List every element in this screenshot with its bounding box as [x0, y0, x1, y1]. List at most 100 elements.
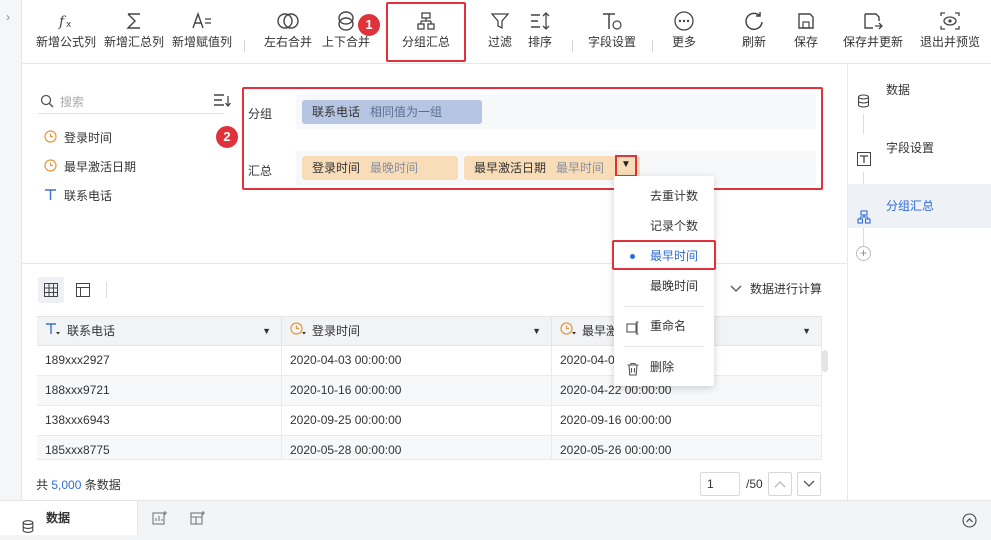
calc-mode-label: 数据进行计算	[750, 282, 823, 296]
add-step-button[interactable]: +	[856, 246, 871, 261]
summary-method-dropdown: 去重计数 记录个数 最早时间 最晚时间 重命名 删除	[614, 176, 714, 386]
summary-drop-zone[interactable]: 登录时间 最晚时间 最早激活日期 最早时间	[296, 151, 816, 185]
collapse-up-icon[interactable]	[962, 513, 977, 531]
new-summary-column-button[interactable]: 新增汇总列	[102, 6, 166, 58]
search-input[interactable]	[60, 92, 210, 112]
filter-icon	[480, 6, 520, 34]
step-badge-1: 1	[358, 14, 380, 36]
caret-down-icon[interactable]: ▼	[532, 317, 541, 345]
field-settings-button[interactable]: 字段设置	[582, 6, 642, 58]
group-drop-zone[interactable]: 联系电话 相同值为一组	[296, 95, 816, 129]
sort-button[interactable]: 排序	[520, 6, 560, 58]
next-page-button[interactable]	[797, 472, 821, 496]
sheet-tab-data[interactable]: 数据	[0, 501, 138, 535]
save-and-update-button[interactable]: 保存并更新	[838, 6, 908, 58]
column-header-label: 登录时间	[312, 324, 361, 338]
grid-view-button[interactable]	[38, 277, 64, 303]
save-button[interactable]: 保存	[786, 6, 826, 58]
field-item-label: 登录时间	[64, 131, 113, 145]
save-label: 保存	[793, 35, 818, 49]
table-cell: 2020-05-28 00:00:00	[282, 436, 552, 459]
new-formula-column-button[interactable]: fx 新增公式列	[34, 6, 98, 58]
chevron-right-icon[interactable]: ›	[6, 10, 10, 24]
table-cell: 189xxx2927	[37, 346, 282, 375]
vertical-scrollbar[interactable]	[822, 350, 828, 372]
step-item-field-settings[interactable]: 字段设置	[848, 126, 991, 170]
page-number-input[interactable]	[700, 472, 740, 496]
exit-and-preview-label: 退出并预览	[919, 35, 980, 49]
more-label: 更多	[671, 35, 696, 49]
sort-icon	[520, 6, 560, 34]
table-row: 138xxx6943 2020-09-25 00:00:00 2020-09-1…	[37, 406, 822, 436]
more-icon	[664, 6, 704, 34]
toolbar-separator	[652, 40, 653, 52]
field-item-login-time[interactable]: 登录时间	[44, 128, 112, 148]
refresh-icon	[734, 6, 774, 34]
layout-icon	[76, 283, 90, 297]
dropdown-item-record-count[interactable]: 记录个数	[614, 214, 714, 238]
dropdown-item-label: 最早时间	[650, 249, 699, 263]
left-right-merge-icon	[260, 6, 316, 34]
total-count-number: 5,000	[51, 478, 82, 492]
field-search	[38, 90, 224, 114]
prev-page-button[interactable]	[768, 472, 792, 496]
field-sort-icon[interactable]	[212, 92, 234, 115]
summary-chip-login-time[interactable]: 登录时间 最晚时间	[302, 156, 458, 180]
step-item-label: 数据	[886, 83, 911, 97]
calc-mode-select[interactable]: 数据进行计算	[730, 280, 822, 297]
database-icon	[22, 512, 34, 540]
field-settings-label: 字段设置	[587, 35, 636, 49]
exit-and-preview-button[interactable]: 退出并预览	[916, 6, 984, 58]
table-cell: 2020-05-26 00:00:00	[552, 436, 822, 459]
caret-down-icon[interactable]: ▼	[262, 317, 271, 345]
save-update-icon	[838, 6, 908, 34]
summary-method-dropdown-trigger[interactable]: ▼	[615, 155, 637, 177]
chip-field-label: 登录时间	[312, 161, 361, 175]
clock-icon	[44, 129, 64, 149]
trash-icon	[626, 360, 640, 384]
chip-method-label: 相同值为一组	[370, 105, 443, 119]
refresh-button[interactable]: 刷新	[734, 6, 774, 58]
layout-view-button[interactable]	[70, 277, 96, 303]
dropdown-item-earliest-time[interactable]: 最早时间	[614, 244, 714, 268]
text-type-icon	[44, 187, 64, 207]
group-field-chip[interactable]: 联系电话 相同值为一组	[302, 100, 482, 124]
save-and-update-label: 保存并更新	[842, 35, 903, 49]
add-analysis-sheet-button[interactable]	[152, 510, 168, 529]
group-summary-label: 分组汇总	[401, 35, 450, 49]
group-summary-button[interactable]: 分组汇总	[388, 6, 464, 58]
dropdown-item-distinct-count[interactable]: 去重计数	[614, 184, 714, 208]
field-settings-icon	[582, 6, 642, 34]
step-connector	[863, 228, 864, 246]
more-button[interactable]: 更多	[664, 6, 704, 58]
column-header-login-time[interactable]: 登录时间 ▼	[282, 317, 552, 345]
step-item-data[interactable]: 数据	[848, 68, 991, 112]
view-separator	[106, 282, 107, 298]
new-summary-column-label: 新增汇总列	[103, 35, 164, 49]
left-right-merge-label: 左右合并	[263, 35, 312, 49]
dropdown-divider	[624, 346, 704, 347]
column-header-phone[interactable]: 联系电话 ▼	[37, 317, 282, 345]
field-settings-icon	[857, 140, 871, 184]
column-header-label: 联系电话	[67, 324, 116, 338]
filter-button[interactable]: 过滤	[480, 6, 520, 58]
step-item-group-summary[interactable]: 分组汇总	[848, 184, 991, 228]
field-item-phone[interactable]: 联系电话	[44, 186, 112, 206]
field-item-label: 最早激活日期	[64, 160, 137, 174]
new-assign-column-button[interactable]: 新增赋值列	[170, 6, 234, 58]
add-component-button[interactable]	[190, 510, 206, 529]
dropdown-item-delete[interactable]: 删除	[614, 355, 714, 379]
table-cell: 2020-09-16 00:00:00	[552, 406, 822, 435]
table-cell: 2020-04-03 00:00:00	[282, 346, 552, 375]
plus-icon: +	[859, 246, 867, 260]
table-row: 185xxx8775 2020-05-28 00:00:00 2020-05-2…	[37, 436, 822, 460]
group-row-label: 分组	[248, 107, 273, 121]
field-item-earliest-activation[interactable]: 最早激活日期	[44, 157, 136, 177]
selected-dot-icon	[630, 254, 635, 259]
left-right-merge-button[interactable]: 左右合并	[260, 6, 316, 58]
dropdown-item-latest-time[interactable]: 最晚时间	[614, 274, 714, 298]
caret-down-icon[interactable]: ▼	[802, 317, 811, 345]
new-assign-column-label: 新增赋值列	[171, 35, 232, 49]
sheet-bar: 数据	[0, 500, 991, 540]
dropdown-item-rename[interactable]: 重命名	[614, 314, 714, 338]
